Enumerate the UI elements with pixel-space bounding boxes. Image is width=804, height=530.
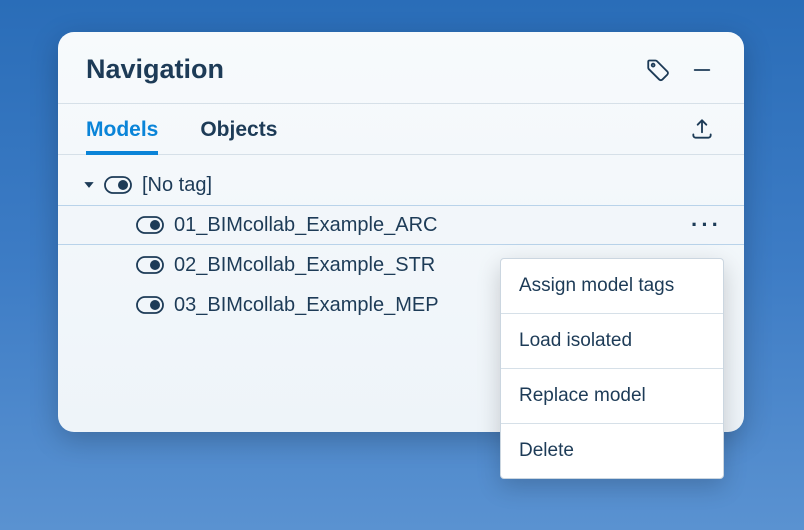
- tag-icon[interactable]: [644, 56, 672, 84]
- chevron-down-icon[interactable]: [80, 178, 98, 192]
- tree-group-label: [No tag]: [142, 174, 728, 197]
- visibility-toggle[interactable]: [104, 176, 132, 194]
- visibility-toggle[interactable]: [136, 256, 164, 274]
- upload-icon[interactable]: [688, 115, 716, 143]
- tree-item[interactable]: 01_BIMcollab_Example_ARC ···: [58, 205, 744, 245]
- tab-objects[interactable]: Objects: [200, 104, 277, 154]
- tree-item-label: 01_BIMcollab_Example_ARC: [174, 214, 685, 237]
- menu-item-load-isolated[interactable]: Load isolated: [501, 314, 723, 369]
- tabs-row: Models Objects: [58, 104, 744, 155]
- tab-models[interactable]: Models: [86, 104, 158, 154]
- panel-header: Navigation: [58, 32, 744, 104]
- tree-group-row[interactable]: [No tag]: [58, 165, 744, 205]
- visibility-toggle[interactable]: [136, 296, 164, 314]
- menu-item-replace-model[interactable]: Replace model: [501, 369, 723, 424]
- visibility-toggle[interactable]: [136, 216, 164, 234]
- minimize-icon[interactable]: [688, 56, 716, 84]
- more-icon[interactable]: ···: [685, 214, 728, 236]
- panel-title: Navigation: [86, 54, 628, 85]
- menu-item-assign-tags[interactable]: Assign model tags: [501, 259, 723, 314]
- context-menu: Assign model tags Load isolated Replace …: [500, 258, 724, 479]
- menu-item-delete[interactable]: Delete: [501, 424, 723, 478]
